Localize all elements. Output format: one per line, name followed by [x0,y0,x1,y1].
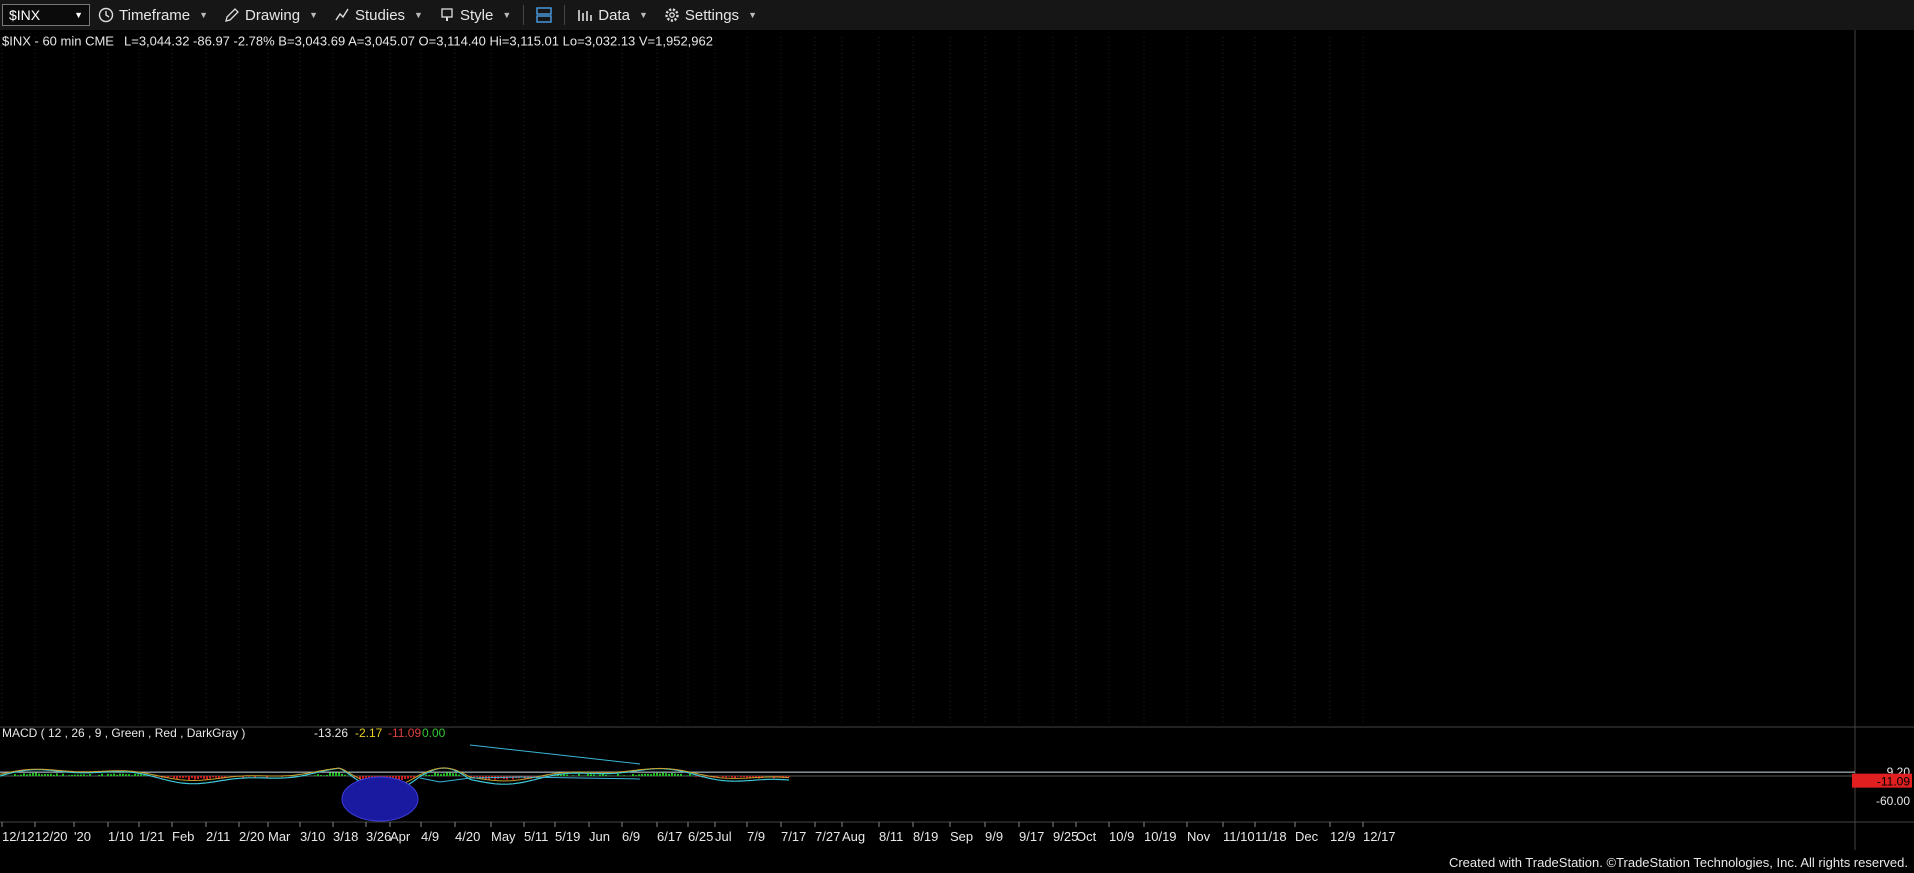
x-tick-label: 12/12 [2,829,35,844]
x-tick-label: 7/17 [781,829,806,844]
macd-highlight [341,776,419,822]
x-tick-label: '20 [74,829,91,844]
chevron-down-icon: ▼ [74,10,83,20]
macd-value-4: 0.00 [422,726,446,740]
symbol-selector[interactable]: $INX ▼ [2,4,90,26]
x-tick-label: 2/20 [239,829,264,844]
bars-icon [578,10,593,21]
x-tick-label: 1/21 [139,829,164,844]
x-tick-label: 9/9 [985,829,1003,844]
x-tick-label: 10/9 [1109,829,1134,844]
x-tick-label: 9/25 [1053,829,1078,844]
x-tick-label: May [491,829,516,844]
x-tick-label: 4/9 [421,829,439,844]
x-tick-label: Feb [172,829,194,844]
x-tick-label: Dec [1295,829,1319,844]
caret-icon: ▼ [414,10,423,20]
gear-icon [665,8,679,22]
x-tick-label: 2/11 [206,829,230,844]
x-tick-label: 5/11 [524,829,548,844]
x-tick-label: 8/19 [913,829,938,844]
caret-icon: ▼ [199,10,209,20]
drawing-label: Drawing [245,6,301,24]
x-tick-label: 6/25 [688,829,713,844]
macd-value-2: -2.17 [355,726,383,740]
caret-icon: ▼ [309,10,318,20]
studies-icon [335,8,349,21]
toolbar-divider [564,5,566,25]
x-tick-label: 8/11 [879,829,903,844]
x-tick-label: 7/27 [815,829,840,844]
settings-label: Settings [684,6,740,24]
footer-credit: Created with TradeStation. ©TradeStation… [1448,855,1908,870]
drawing-menu[interactable]: Drawing ▼ [216,7,326,24]
style-label: Style [459,6,494,24]
x-tick-label: 5/19 [555,829,580,844]
symbol-text: $INX [9,7,41,23]
x-tick-label: Oct [1076,829,1097,844]
x-tick-label: 6/17 [657,829,682,844]
chart-background [0,30,1914,873]
data-menu[interactable]: Data ▼ [569,7,656,24]
chart-symbol-title: $INX - 60 min CME [2,34,114,49]
x-tick-label: 12/9 [1330,829,1355,844]
style-menu[interactable]: Style ▼ [431,7,519,24]
caret-icon: ▼ [502,10,512,20]
x-tick-label: 12/20 [35,829,68,844]
x-tick-label: Aug [842,829,865,844]
x-tick-label: 3/18 [333,829,358,844]
x-tick-label: 3/26 [366,829,391,844]
layout-icon [536,7,552,23]
macd-tick-label: -60.00 [1876,794,1910,808]
x-tick-label: Mar [268,829,291,844]
caret-icon: ▼ [638,10,648,20]
pencil-icon [225,8,239,22]
toolbar: $INX ▼ Timeframe ▼ Drawing ▼ Studies ▼ Styl… [0,0,1914,31]
x-tick-label: 4/20 [455,829,480,844]
x-tick-label: 6/9 [622,829,640,844]
timeframe-label: Timeframe [119,6,191,24]
data-label: Data [598,6,630,24]
x-tick-label: Jul [715,829,732,844]
x-tick-label: 11/18 [1255,829,1287,844]
x-tick-label: 9/17 [1019,829,1044,844]
price-chart[interactable]: 0.00% (3,250.00)23.60% (2,988.09)38.20% … [0,30,1914,873]
macd-title: MACD ( 12 , 26 , 9 , Green , Red , DarkG… [2,726,245,740]
settings-menu[interactable]: Settings ▼ [656,7,765,24]
style-icon [441,8,453,21]
macd-value-1: -13.26 [314,726,348,740]
x-tick-label: 1/10 [108,829,133,844]
x-tick-label: 12/17 [1363,829,1396,844]
clock-icon [98,7,114,23]
x-tick-label: 10/19 [1144,829,1177,844]
chart-quote-line: L=3,044.32 -86.97 -2.78% B=3,043.69 A=3,… [124,34,713,49]
x-tick-label: Apr [390,829,411,844]
toolbar-divider [523,5,525,25]
studies-menu[interactable]: Studies ▼ [326,7,431,24]
timeframe-menu[interactable]: Timeframe ▼ [90,7,216,24]
x-tick-label: Jun [589,829,610,844]
x-tick-label: 7/9 [747,829,765,844]
macd-current-label: -11.09 [1877,775,1910,789]
x-tick-label: 3/10 [300,829,325,844]
x-tick-label: 11/10 [1223,829,1255,844]
caret-icon: ▼ [748,10,757,20]
x-tick-label: Nov [1187,829,1211,844]
layout-button[interactable] [528,7,560,23]
studies-label: Studies [355,6,406,24]
x-tick-label: Sep [950,829,973,844]
macd-value-3: -11.09 [388,726,421,740]
